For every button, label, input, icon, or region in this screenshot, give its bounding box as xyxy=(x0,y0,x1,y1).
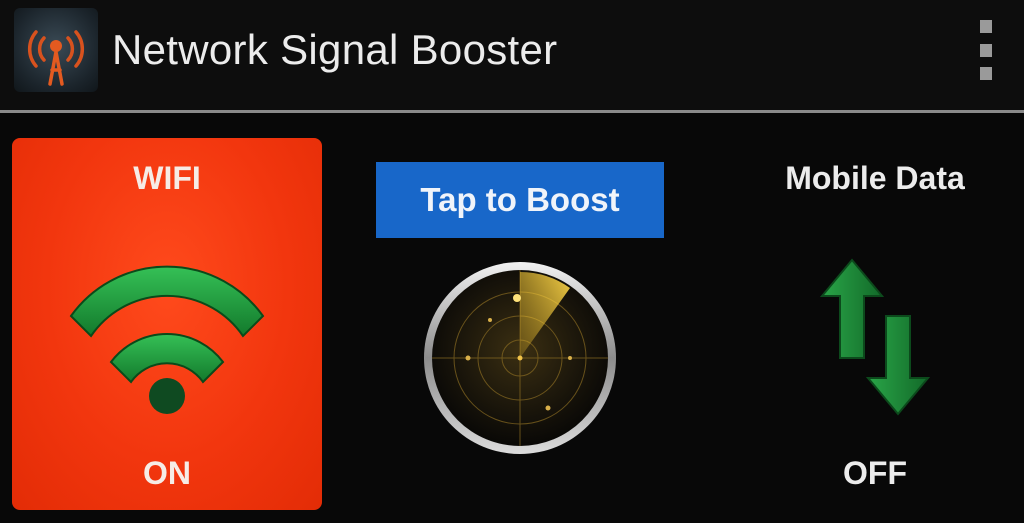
wifi-icon xyxy=(67,258,267,418)
tap-to-boost-button[interactable]: Tap to Boost xyxy=(376,162,664,238)
wifi-label: WIFI xyxy=(133,160,201,196)
action-bar: Network Signal Booster xyxy=(0,0,1024,110)
wifi-toggle-tile[interactable]: WIFI ON xyxy=(12,138,322,510)
app-screen: Network Signal Booster WIFI ON Tap to Bo… xyxy=(0,0,1024,523)
overflow-menu-icon[interactable] xyxy=(972,20,1000,80)
radar-icon[interactable] xyxy=(420,258,620,458)
app-title: Network Signal Booster xyxy=(112,26,558,73)
data-transfer-arrows-icon xyxy=(819,258,931,418)
mobile-data-label: Mobile Data xyxy=(785,160,965,196)
menu-dot xyxy=(980,43,992,57)
wifi-state: ON xyxy=(143,455,191,491)
menu-dot xyxy=(980,20,992,33)
antenna-icon xyxy=(14,8,98,92)
mobile-data-toggle-tile[interactable]: Mobile Data OFF xyxy=(740,138,1010,510)
mobile-data-state: OFF xyxy=(843,455,907,491)
menu-dot xyxy=(980,67,992,80)
header-divider xyxy=(0,110,1024,113)
